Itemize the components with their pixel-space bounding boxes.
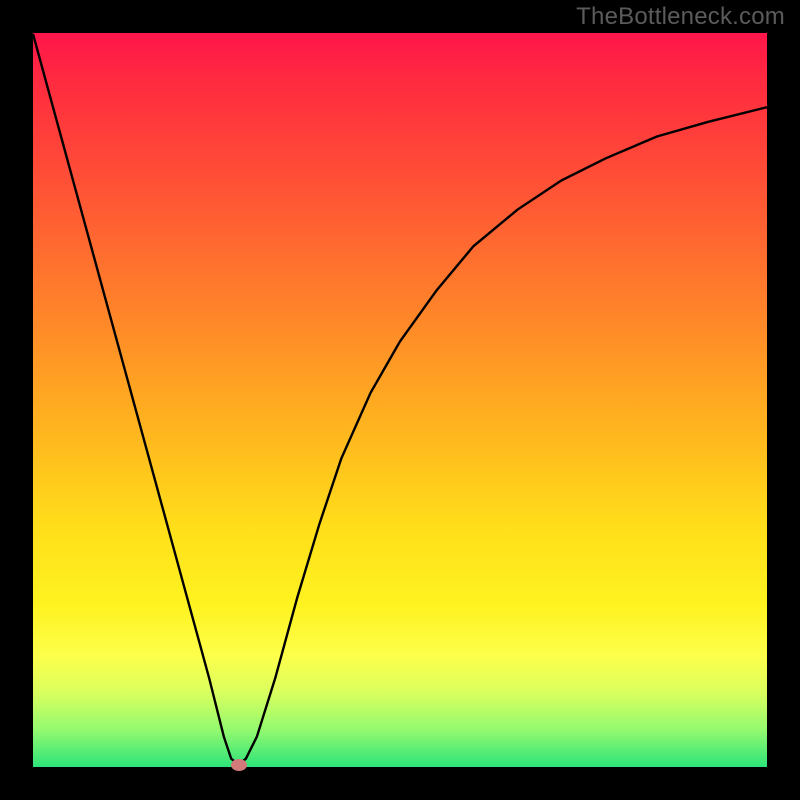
chart-frame: TheBottleneck.com <box>0 0 800 800</box>
plot-area <box>33 33 767 767</box>
watermark-text: TheBottleneck.com <box>576 3 785 31</box>
minimum-marker <box>231 759 247 771</box>
bottleneck-curve <box>33 33 767 767</box>
